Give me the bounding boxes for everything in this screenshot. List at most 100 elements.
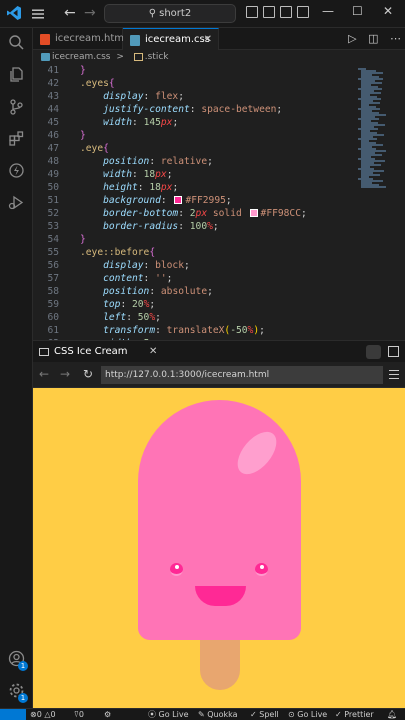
line-number: 57 xyxy=(47,273,59,284)
line-number: 60 xyxy=(47,312,59,323)
spell-label: Spell xyxy=(259,710,279,719)
go-live-label-2: Go Live xyxy=(297,710,328,719)
code-text: position: absolute; xyxy=(103,286,213,297)
back-arrow-icon[interactable]: ← xyxy=(39,367,49,381)
breadcrumb-separator: > xyxy=(116,52,124,62)
go-live-secondary-item[interactable]: ⊙ Go Live xyxy=(288,709,327,720)
line-number: 43 xyxy=(47,91,59,102)
line-number: 45 xyxy=(47,117,59,128)
ports-indicator[interactable]: ⍢0 xyxy=(74,709,84,720)
back-arrow-icon[interactable]: ← xyxy=(64,5,76,21)
quokka-icon: ✎ xyxy=(198,710,205,719)
split-view-icon[interactable] xyxy=(388,346,399,357)
code-editor[interactable]: 41} 42 .eyes{43 display: flex; 44 justify-c… xyxy=(33,64,405,340)
code-text: transform: translateX(-50%); xyxy=(103,325,265,336)
tab-label: icecream.css xyxy=(145,34,210,45)
browser-menu-icon[interactable] xyxy=(389,370,399,379)
code-text: } xyxy=(80,65,86,76)
more-actions-icon[interactable]: ⋯ xyxy=(390,32,401,45)
quokka-label: Quokka xyxy=(207,710,238,719)
go-live-item[interactable]: ⦿ Go Live xyxy=(148,709,189,720)
prettier-item[interactable]: ✓ Prettier xyxy=(335,709,374,720)
command-center-search[interactable]: ⚲ short2 xyxy=(104,4,236,23)
activity-bar: 1 1 xyxy=(0,28,33,708)
notifications-icon[interactable]: ⚙ xyxy=(104,709,111,720)
problems-indicator[interactable]: ⊗0 △0 xyxy=(30,709,56,720)
search-text: short2 xyxy=(159,8,192,19)
run-debug-icon[interactable] xyxy=(8,194,25,211)
color-swatch[interactable] xyxy=(249,209,258,217)
files-icon[interactable] xyxy=(8,66,25,83)
toggle-sidebar-icon[interactable] xyxy=(246,6,258,18)
forward-arrow-icon[interactable]: → xyxy=(60,367,70,381)
prettier-label: Prettier xyxy=(344,710,374,719)
forward-arrow-icon[interactable]: → xyxy=(84,5,96,21)
code-text: display: block; xyxy=(103,260,190,271)
search-icon: ⚲ xyxy=(148,8,157,19)
minimap[interactable] xyxy=(358,64,398,340)
css-file-icon xyxy=(41,52,50,61)
line-number: 59 xyxy=(47,299,59,310)
line-number: 49 xyxy=(47,169,59,180)
quokka-item[interactable]: ✎ Quokka xyxy=(198,709,238,720)
code-text: position: relative; xyxy=(103,156,213,167)
minimap-line xyxy=(361,186,386,188)
line-number: 56 xyxy=(47,260,59,271)
editor-tab-bar: icecream.html icecream.css ✕ ▷ ◫ ⋯ xyxy=(33,28,405,50)
browser-tab-icon xyxy=(39,348,49,356)
vscode-logo-icon xyxy=(7,6,21,20)
spell-item[interactable]: ✓ Spell xyxy=(250,709,279,720)
close-button[interactable]: ✕ xyxy=(383,4,393,18)
close-icon[interactable]: ✕ xyxy=(149,341,157,363)
right-eye xyxy=(255,563,268,576)
remote-indicator[interactable] xyxy=(0,709,26,720)
breadcrumb: icecream.css > .stick xyxy=(33,50,405,64)
line-number: 44 xyxy=(47,104,59,115)
line-number: 42 xyxy=(47,78,59,89)
tab-css-ice-cream[interactable]: CSS Ice Cream xyxy=(39,341,128,363)
code-text: } xyxy=(80,234,86,245)
tab-label: CSS Ice Cream xyxy=(54,346,128,357)
go-live-label: Go Live xyxy=(158,710,189,719)
code-text: width: 18px; xyxy=(103,169,173,180)
code-text: display: flex; xyxy=(103,91,184,102)
tab-icecream-css[interactable]: icecream.css ✕ xyxy=(123,28,219,50)
reload-icon[interactable]: ↻ xyxy=(83,367,93,381)
settings-badge: 1 xyxy=(18,693,28,703)
tab-label: icecream.html xyxy=(55,33,127,44)
breadcrumb-symbol[interactable]: .stick xyxy=(145,52,169,62)
color-swatch[interactable] xyxy=(174,196,183,204)
extensions-icon[interactable] xyxy=(8,130,25,147)
vscode-window: ← → ⚲ short2 — ☐ ✕ 1 1 icecream.html ice… xyxy=(0,0,405,720)
hamburger-menu-icon[interactable] xyxy=(30,6,46,22)
remote-explorer-icon[interactable] xyxy=(8,162,25,179)
explorer-icon[interactable] xyxy=(8,34,25,51)
source-control-icon[interactable] xyxy=(8,98,25,115)
smile xyxy=(195,586,246,606)
url-field[interactable]: http://127.0.0.1:3000/icecream.html xyxy=(101,366,383,384)
lock-icon[interactable] xyxy=(366,345,381,359)
line-number: 61 xyxy=(47,325,59,336)
maximize-button[interactable]: ☐ xyxy=(352,4,363,18)
customize-layout-icon[interactable] xyxy=(297,6,309,18)
line-number: 51 xyxy=(47,195,59,206)
code-text: } xyxy=(80,130,86,141)
close-icon[interactable]: ✕ xyxy=(204,29,212,51)
account-badge: 1 xyxy=(18,661,28,671)
code-text: background: #FF2995; xyxy=(103,195,232,206)
minimize-button[interactable]: — xyxy=(322,4,334,18)
selector-icon xyxy=(133,52,143,61)
notifications-bell-icon[interactable]: 🔔︎ xyxy=(387,709,397,720)
error-icon: ⊗ xyxy=(30,710,37,719)
preview-tab-bar: CSS Ice Cream ✕ xyxy=(33,340,405,362)
breadcrumb-file[interactable]: icecream.css xyxy=(52,52,110,62)
toggle-panel-icon[interactable] xyxy=(263,6,275,18)
split-editor-icon[interactable]: ◫ xyxy=(368,32,378,45)
broadcast-icon: ⦿ xyxy=(148,710,156,719)
tab-icecream-html[interactable]: icecream.html xyxy=(33,28,127,50)
code-text: width: 145px; xyxy=(103,117,179,128)
toggle-secondary-sidebar-icon[interactable] xyxy=(280,6,292,18)
run-icon[interactable]: ▷ xyxy=(348,32,356,45)
line-number: 46 xyxy=(47,130,59,141)
line-number: 50 xyxy=(47,182,59,193)
